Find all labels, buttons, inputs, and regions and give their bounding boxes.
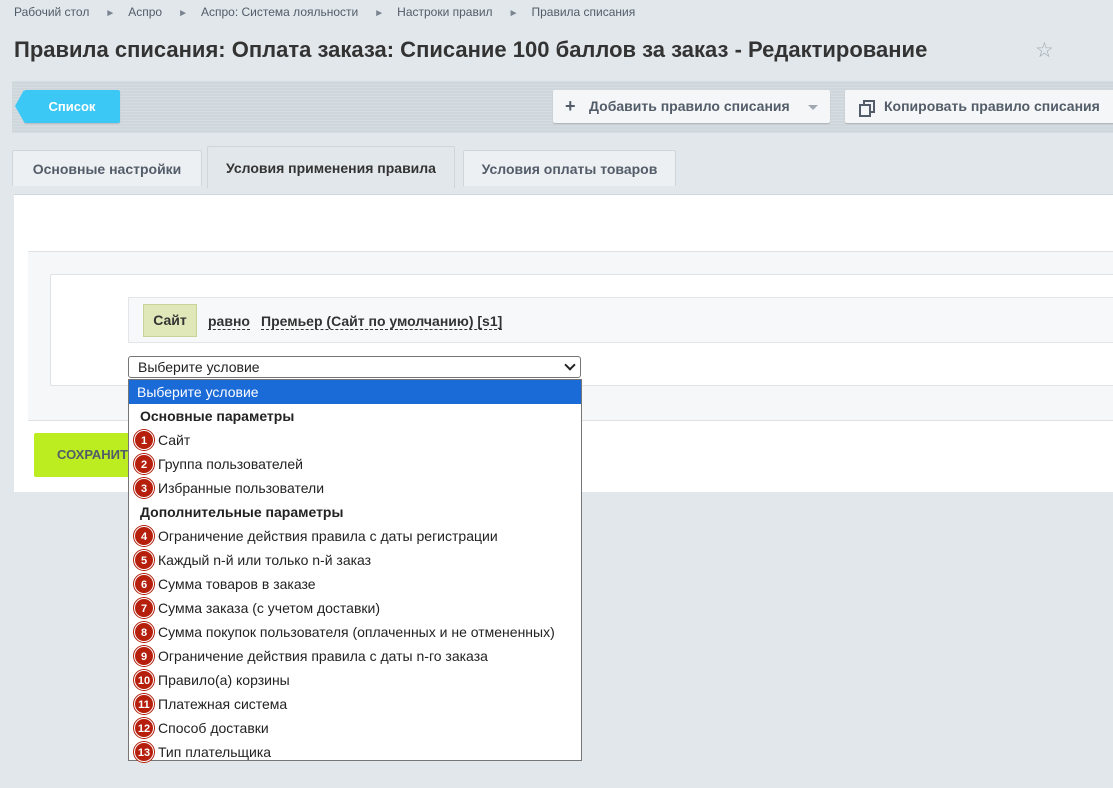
number-badge: 10 [134,670,154,690]
chevron-down-icon[interactable] [808,105,818,110]
number-badge: 4 [134,526,154,546]
option-item[interactable]: 5 Каждый n-й или только n-й заказ [129,548,581,572]
option-group-label: Дополнительные параметры [129,500,581,524]
condition-value[interactable]: Премьер (Сайт по умолчанию) [s1] [261,313,503,330]
number-badge: 2 [134,454,154,474]
copy-icon [859,100,875,117]
breadcrumb-item[interactable]: Правила списания [531,5,635,19]
condition-select-value: Выберите условие [138,359,260,375]
condition-row: Сайт равно Премьер (Сайт по умолчанию) [… [128,297,1113,343]
plus-icon: + [565,96,576,116]
option-label: Дополнительные параметры [140,504,344,520]
breadcrumb: Рабочий стол ► Аспро ► Аспро: Система лояльн… [14,5,635,21]
option-selected[interactable]: Выберите условие [129,380,581,404]
option-label: Сумма покупок пользователя (оплаченных и… [158,624,555,640]
option-label: Способ доставки [158,720,269,736]
copy-rule-button[interactable]: Копировать правило списания [845,90,1113,123]
breadcrumb-separator: ► [178,8,188,19]
option-label: Сумма заказа (с учетом доставки) [158,600,381,616]
number-badge: 1 [134,430,154,450]
option-label: Каждый n-й или только n-й заказ [158,552,372,568]
option-item[interactable]: 4 Ограничение действия правила с даты рег… [129,524,581,548]
option-label: Правило(а) корзины [158,672,290,688]
breadcrumb-item[interactable]: Рабочий стол [14,5,89,19]
option-item[interactable]: 9 Ограничение действия правила с даты n-г… [129,644,581,668]
tab-rule-conditions[interactable]: Условия применения правила [207,146,455,188]
option-group-label: Основные параметры [129,404,581,428]
number-badge: 7 [134,598,154,618]
breadcrumb-separator: ► [374,8,385,19]
number-badge: 9 [134,646,154,666]
option-label: Сумма товаров в заказе [158,576,316,592]
number-badge: 11 [134,694,154,714]
option-item[interactable]: 6 Сумма товаров в заказе [129,572,581,596]
breadcrumb-separator: ► [105,8,116,19]
option-item[interactable]: 1 Сайт [129,428,581,452]
number-badge: 12 [134,718,154,738]
option-item[interactable]: 7 Сумма заказа (с учетом доставки) [129,596,581,620]
option-label: Платежная система [158,696,288,712]
condition-field[interactable]: Сайт [143,304,197,337]
breadcrumb-item[interactable]: Настроки правил [397,5,492,19]
add-rule-label: Добавить правило списания [589,98,790,114]
breadcrumb-item[interactable]: Аспро: Система лояльности [201,5,358,19]
breadcrumb-separator: ► [508,8,519,19]
option-item[interactable]: 10 Правило(а) корзины [129,668,581,692]
condition-operator[interactable]: равно [208,313,250,330]
number-badge: 6 [134,574,154,594]
page-title: Правила списания: Оплата заказа: Списани… [14,37,928,62]
option-item[interactable]: 13 Тип плательщика [129,740,581,764]
option-label: Избранные пользователи [158,480,325,496]
option-item[interactable]: 2 Группа пользователей [129,452,581,476]
option-item[interactable]: 3 Избранные пользователи [129,476,581,500]
option-label: Тип плательщика [158,744,272,760]
tab-main-settings[interactable]: Основные настройки [12,150,202,186]
condition-select[interactable]: Выберите условие [128,356,581,378]
star-icon[interactable]: ☆ [1035,40,1057,62]
breadcrumb-item[interactable]: Аспро [128,5,162,19]
number-badge: 5 [134,550,154,570]
number-badge: 13 [134,742,154,762]
number-badge: 3 [134,478,154,498]
option-item[interactable]: 11 Платежная система [129,692,581,716]
toolbar: Список + Добавить правило списания Копир… [12,81,1113,133]
option-label: Ограничение действия правила с даты реги… [158,528,498,544]
option-label: Ограничение действия правила с даты n-го… [158,648,488,664]
number-badge: 8 [134,622,154,642]
option-label: Выберите условие [137,384,259,400]
condition-options-list: Выберите условие Основные параметры 1 Сайт 2… [128,379,582,764]
list-button[interactable]: Список [15,90,120,123]
chevron-down-icon [564,359,576,371]
option-item[interactable]: 8 Сумма покупок пользователя (оплаченных … [129,620,581,644]
tab-payment-conditions[interactable]: Условия оплаты товаров [463,150,676,186]
copy-rule-label: Копировать правило списания [884,98,1100,114]
option-item[interactable]: 12 Способ доставки [129,716,581,740]
option-label: Основные параметры [140,408,295,424]
option-label: Сайт [158,432,191,448]
option-label: Группа пользователей [158,456,303,472]
add-rule-button[interactable]: + Добавить правило списания [553,90,830,123]
